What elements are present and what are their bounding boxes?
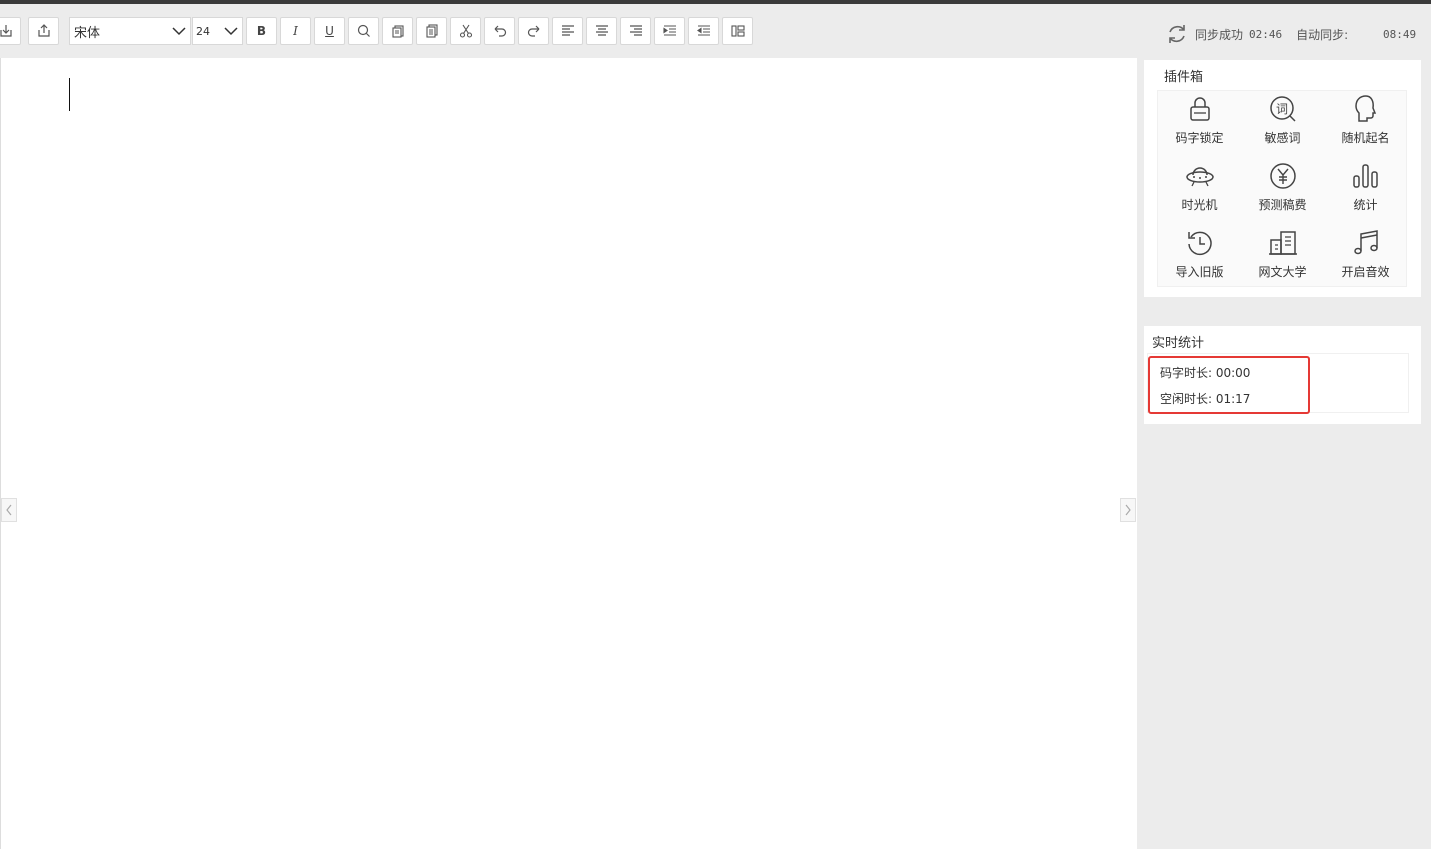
copy-button[interactable] [382, 17, 413, 45]
auto-sync-label: 自动同步: [1296, 27, 1349, 42]
realtime-stats: 实时统计 码字时长: 00:00 空闲时长: 01:17 [1144, 326, 1421, 424]
sync-time: 02:46 [1249, 27, 1283, 41]
chevron-left-icon [6, 504, 12, 516]
stats-box: 码字时长: 00:00 空闲时长: 01:17 [1147, 353, 1409, 414]
chevron-down-icon [224, 27, 238, 36]
ufo-icon [1185, 167, 1214, 187]
align-left-button[interactable] [552, 17, 583, 45]
chevron-right-icon [1125, 504, 1131, 516]
text-editor[interactable] [0, 58, 1137, 849]
paste-button[interactable] [416, 17, 447, 45]
plugin-random-name[interactable]: 随机起名 [1324, 91, 1407, 157]
idle-time: 空闲时长: 01:17 [1160, 392, 1251, 406]
svg-text:词: 词 [1275, 102, 1287, 116]
redo-icon [527, 25, 539, 37]
plugin-statistics[interactable]: 统计 [1324, 158, 1407, 224]
plugin-lock[interactable]: 码字锁定 [1158, 91, 1241, 157]
italic-label: I [293, 24, 298, 38]
plugin-label: 网文大学 [1258, 265, 1307, 279]
auto-sync-time: 08:49 [1383, 28, 1417, 41]
head-icon [1354, 95, 1376, 122]
editor-toolbar: 宋体 24 B I U 同步成功 02:46 自动同步: 08:49 [0, 4, 1431, 56]
import-button[interactable] [0, 17, 21, 45]
sensitive-word-icon: 词 [1269, 96, 1296, 122]
undo-button[interactable] [484, 17, 515, 45]
plugin-sound-effects[interactable]: 开启音效 [1324, 225, 1407, 291]
collapse-right-button[interactable] [1120, 498, 1136, 522]
plugin-label: 开启音效 [1341, 265, 1390, 279]
lock-icon [1189, 97, 1210, 121]
yen-icon [1269, 163, 1296, 189]
layout-button[interactable] [722, 17, 753, 45]
plugin-label: 敏感词 [1264, 131, 1301, 145]
plugin-label: 统计 [1353, 198, 1378, 212]
history-icon [1187, 231, 1212, 256]
realtime-stats-title: 实时统计 [1152, 336, 1205, 351]
redo-button[interactable] [518, 17, 549, 45]
layout-icon [730, 25, 745, 37]
copy-icon [391, 25, 404, 38]
search-icon [357, 24, 370, 37]
plugin-import-old[interactable]: 导入旧版 [1158, 225, 1241, 291]
plugin-web-university[interactable]: 网文大学 [1241, 225, 1324, 291]
plugin-grid: 码字锁定 词 敏感词 随机起名 时光机 预测稿费 统计 导入旧版 网文大学 开启… [1157, 90, 1407, 287]
plugin-label: 随机起名 [1341, 131, 1390, 145]
undo-icon [494, 25, 506, 37]
align-center-button[interactable] [586, 17, 617, 45]
sync-icon[interactable] [1165, 22, 1189, 46]
underline-button[interactable]: U [314, 17, 345, 45]
underline-label: U [325, 24, 334, 38]
align-right-icon [629, 25, 642, 36]
plugin-label: 导入旧版 [1175, 265, 1224, 279]
import-icon [0, 25, 12, 37]
plugin-predict-fee[interactable]: 预测稿费 [1241, 158, 1324, 224]
export-button[interactable] [28, 17, 59, 45]
outdent-icon [696, 25, 710, 36]
music-icon [1353, 230, 1378, 255]
plugin-label: 码字锁定 [1175, 131, 1224, 145]
chevron-down-icon [172, 27, 186, 36]
plugin-label: 时光机 [1181, 198, 1218, 212]
building-icon [1268, 231, 1297, 255]
font-size-value: 24 [196, 24, 210, 38]
italic-button[interactable]: I [280, 17, 311, 45]
scissors-icon [459, 24, 472, 38]
align-center-icon [595, 25, 608, 36]
plugin-box: 插件箱 码字锁定 词 敏感词 随机起名 时光机 预测稿费 统计 导入旧版 网文大… [1144, 60, 1421, 297]
plugin-time-machine[interactable]: 时光机 [1158, 158, 1241, 224]
plugin-sensitive-words[interactable]: 词 敏感词 [1241, 91, 1324, 157]
typing-time: 码字时长: 00:00 [1160, 366, 1251, 380]
paste-icon [425, 24, 438, 38]
sync-status-text: 同步成功 [1195, 27, 1244, 42]
font-family-value: 宋体 [74, 25, 101, 41]
bar-chart-icon [1352, 164, 1378, 188]
outdent-button[interactable] [688, 17, 719, 45]
sync-status: 同步成功 02:46 自动同步: [1165, 22, 1348, 46]
indent-button[interactable] [654, 17, 685, 45]
align-right-button[interactable] [620, 17, 651, 45]
export-icon [37, 24, 50, 37]
indent-icon [662, 25, 676, 36]
plugin-label: 预测稿费 [1258, 198, 1307, 212]
bold-label: B [256, 24, 267, 38]
search-button[interactable] [348, 17, 379, 45]
text-cursor [69, 78, 70, 111]
plugin-box-title: 插件箱 [1164, 70, 1204, 85]
cut-button[interactable] [450, 17, 481, 45]
align-left-icon [561, 25, 574, 36]
bold-button[interactable]: B [246, 17, 277, 45]
font-size-select[interactable]: 24 [192, 17, 243, 45]
font-family-select[interactable]: 宋体 [69, 17, 191, 45]
collapse-left-button[interactable] [1, 498, 17, 522]
